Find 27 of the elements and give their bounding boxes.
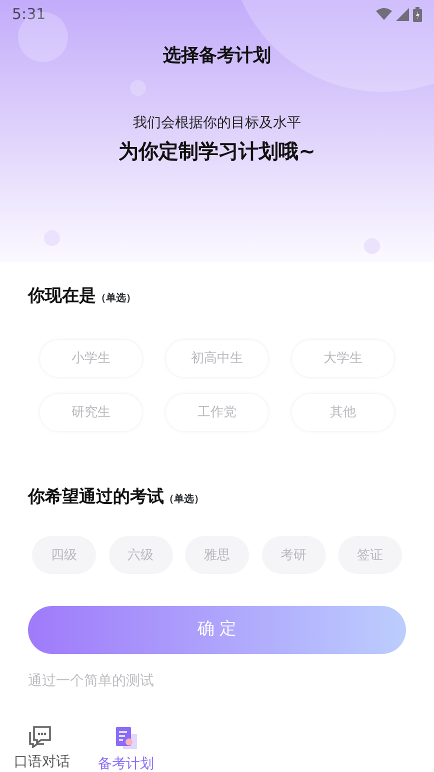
section-heading: 你希望通过的考试 [28, 486, 164, 508]
status-time: 5:31 [12, 4, 46, 25]
option-chip[interactable]: 研究生 [40, 394, 142, 430]
intro-text: 我们会根据你的目标及水平 [133, 115, 301, 131]
option-chip[interactable]: 小学生 [40, 340, 142, 376]
document-icon [114, 726, 138, 750]
wifi-icon [376, 8, 392, 20]
exam-chip[interactable]: 雅思 [185, 536, 249, 574]
option-chip[interactable]: 工作党 [166, 394, 268, 430]
intro-headline: 为你定制学习计划哦~ [118, 139, 316, 163]
page-title: 选择备考计划 [163, 45, 271, 66]
option-chip[interactable]: 初高中生 [166, 340, 268, 376]
option-chip[interactable]: 大学生 [292, 340, 394, 376]
signal-icon [396, 8, 409, 20]
battery-icon [413, 6, 422, 22]
exam-chip[interactable]: 四级 [32, 536, 96, 574]
hint-text: 通过一个简单的测试 [28, 673, 154, 689]
option-chip[interactable]: 其他 [292, 394, 394, 430]
nav-tab[interactable]: 备考计划 [98, 726, 154, 772]
exam-chip[interactable]: 签证 [338, 536, 402, 574]
exam-chip[interactable]: 六级 [108, 536, 172, 574]
nav-tab[interactable]: 口语对话 [14, 726, 70, 772]
exam-chip[interactable]: 考研 [262, 536, 326, 574]
section-note: （单选） [164, 492, 204, 506]
section-note: （单选） [96, 292, 136, 306]
section-heading: 你现在是 [28, 285, 96, 308]
confirm-button[interactable]: 确 定 [28, 606, 406, 654]
